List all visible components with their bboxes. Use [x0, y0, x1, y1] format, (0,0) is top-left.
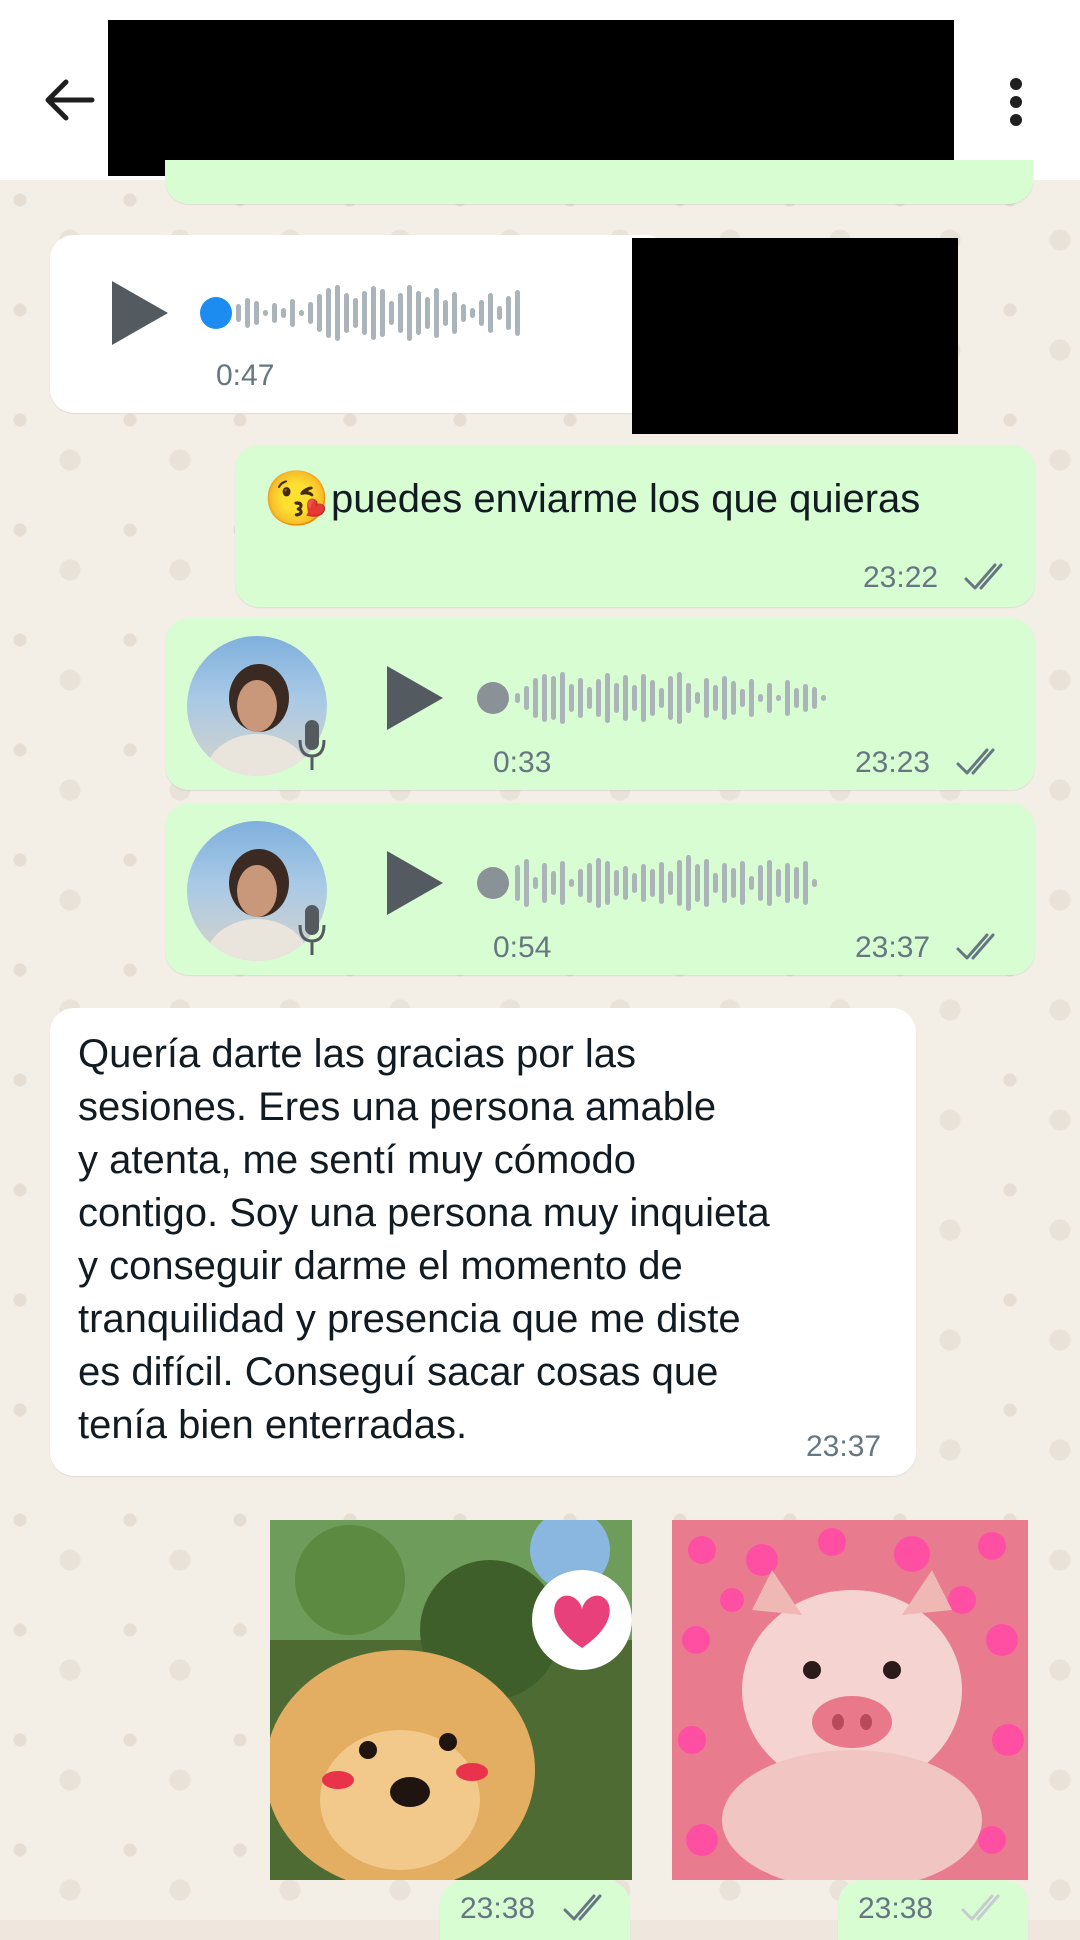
- voice-duration: 0:33: [493, 746, 552, 779]
- sticker-time-pill: 23:38: [440, 1880, 630, 1940]
- text-line: Quería darte las gracias por las: [78, 1032, 637, 1076]
- message-time: 23:38: [858, 1892, 934, 1925]
- sticker-time-pill: 23:38: [838, 1880, 1028, 1940]
- back-arrow-icon[interactable]: [40, 70, 100, 130]
- redacted-contact-name: [108, 20, 954, 176]
- text-line: es difícil. Conseguí sacar cosas que: [78, 1350, 719, 1394]
- voice-waveform[interactable]: [236, 283, 520, 343]
- message-text: puedes enviarme los que quieras: [331, 477, 921, 521]
- text-line: tranquilidad y presencia que me diste: [78, 1297, 741, 1341]
- message-time: 23:38: [460, 1892, 536, 1925]
- read-ticks-icon: [955, 744, 1005, 783]
- incoming-text-message[interactable]: Quería darte las gracias por las sesione…: [50, 1008, 916, 1476]
- message-time: 23:22: [863, 561, 939, 594]
- message-time: 23:23: [855, 746, 931, 779]
- microphone-icon: [297, 903, 327, 964]
- kiss-emoji: 😘: [263, 469, 331, 529]
- voice-progress-dot[interactable]: [477, 867, 509, 899]
- puppy-sticker[interactable]: [270, 1520, 632, 1880]
- text-line: y atenta, me sentí muy cómodo: [78, 1138, 637, 1182]
- voice-progress-dot[interactable]: [477, 682, 509, 714]
- message-text: Quería darte las gracias por las sesione…: [78, 1028, 770, 1452]
- voice-waveform[interactable]: [515, 668, 826, 728]
- outgoing-text-message[interactable]: 😘 puedes enviarme los que quieras 23:22: [235, 445, 1035, 607]
- outgoing-voice-message[interactable]: 0:33 23:23: [165, 618, 1035, 790]
- incoming-voice-message[interactable]: 0:47: [50, 235, 670, 413]
- read-ticks-icon: [562, 1890, 612, 1929]
- redacted-area: [632, 238, 958, 434]
- text-line: y conseguir darme el momento de: [78, 1244, 683, 1288]
- voice-duration: 0:47: [216, 359, 275, 392]
- text-line: tenía bien enterradas.: [78, 1403, 468, 1447]
- message-time: 23:37: [806, 1430, 882, 1463]
- message-time: 23:37: [855, 931, 931, 964]
- previous-message-bubble[interactable]: [165, 160, 1033, 204]
- play-icon[interactable]: [387, 851, 443, 920]
- text-line: sesiones. Eres una persona amable: [78, 1085, 717, 1129]
- microphone-icon: [297, 718, 327, 779]
- voice-progress-dot[interactable]: [200, 297, 232, 329]
- voice-duration: 0:54: [493, 931, 552, 964]
- outgoing-voice-message[interactable]: 0:54 23:37: [165, 803, 1035, 975]
- read-ticks-icon: [960, 1890, 1010, 1929]
- chat-header: [0, 0, 1080, 180]
- more-options-icon[interactable]: [990, 72, 1040, 132]
- text-line: contigo. Soy una persona muy inquieta: [78, 1191, 770, 1235]
- piglet-sticker[interactable]: [672, 1520, 1028, 1880]
- voice-waveform[interactable]: [515, 853, 817, 913]
- read-ticks-icon: [963, 559, 1013, 598]
- play-icon[interactable]: [387, 666, 443, 735]
- play-icon[interactable]: [112, 281, 168, 350]
- read-ticks-icon: [955, 929, 1005, 968]
